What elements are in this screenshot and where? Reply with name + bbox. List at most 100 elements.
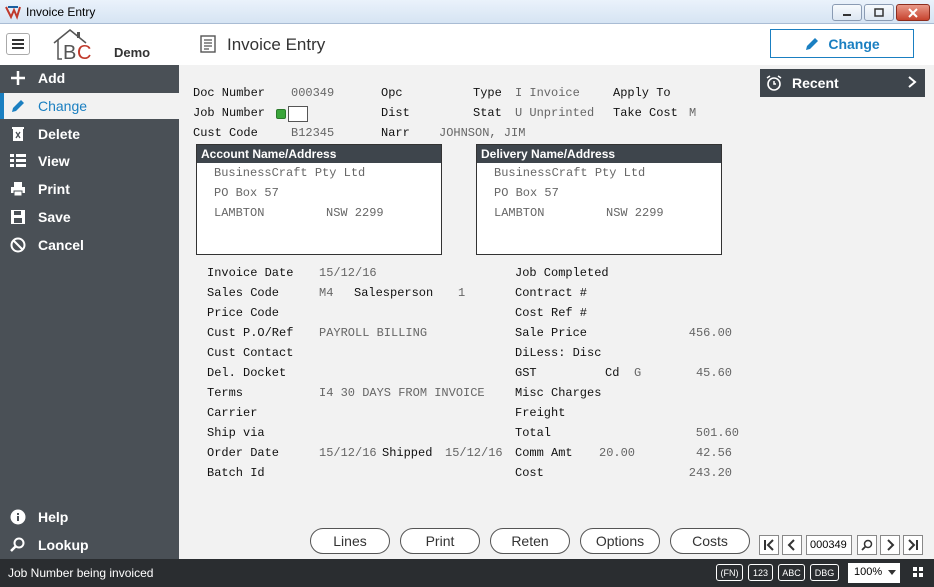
caps-indicator[interactable]: ABC — [778, 564, 805, 581]
sidebar-item-delete[interactable]: Delete — [0, 121, 179, 147]
zoom-select[interactable]: 100% — [848, 563, 900, 583]
floppy-icon — [9, 208, 27, 226]
sidebar-item-add[interactable]: Add — [0, 65, 179, 91]
first-page-icon — [764, 539, 774, 551]
cust-po-label: Cust P.O/Ref — [207, 326, 294, 340]
narr-label: Narr — [381, 126, 410, 140]
next-record-button[interactable] — [880, 535, 900, 555]
minimize-button[interactable] — [832, 4, 862, 21]
page-title: Invoice Entry — [227, 35, 326, 54]
diless-disc-label: DiLess: Disc — [515, 346, 602, 360]
sale-price-value[interactable]: 456.00 — [652, 326, 732, 340]
invoice-form: Doc Number 000349 Opc Type I Invoice App… — [179, 65, 934, 559]
take-cost-value[interactable]: M — [689, 106, 696, 120]
options-button[interactable]: Options — [580, 528, 660, 554]
account-state-post[interactable]: NSW 2299 — [326, 206, 384, 220]
maximize-button[interactable] — [864, 4, 894, 21]
sidebar-item-label: View — [38, 153, 70, 169]
sidebar-item-label: Lookup — [38, 537, 89, 553]
comm-amt-value[interactable]: 42.56 — [652, 446, 732, 460]
cust-po-value[interactable]: PAYROLL BILLING — [319, 326, 427, 340]
change-button-label: Change — [828, 35, 880, 52]
terms-value[interactable]: I4 30 DAYS FROM INVOICE — [319, 386, 485, 400]
debug-indicator[interactable]: DBG — [810, 564, 839, 581]
pencil-icon — [9, 97, 27, 115]
gst-value[interactable]: 45.60 — [652, 366, 732, 380]
sidebar-item-change[interactable]: Change — [0, 93, 179, 119]
invoice-date-value[interactable]: 15/12/16 — [319, 266, 377, 280]
sidebar-item-label: Print — [38, 181, 70, 197]
comm-rate-value[interactable]: 20.00 — [599, 446, 635, 460]
cd-value[interactable]: G — [634, 366, 641, 380]
sales-code-label: Sales Code — [207, 286, 280, 300]
cust-code-value[interactable]: B12345 — [291, 126, 334, 140]
chevron-right-icon — [887, 539, 895, 551]
status-bar: Job Number being invoiced (FN) 123 ABC D… — [0, 559, 934, 587]
sidebar-item-cancel[interactable]: Cancel — [0, 232, 179, 258]
last-record-button[interactable] — [903, 535, 923, 555]
stat-value[interactable]: U Unprinted — [515, 106, 594, 120]
take-cost-label: Take Cost — [613, 106, 678, 120]
grid-icon[interactable] — [913, 567, 923, 577]
shipped-date-value[interactable]: 15/12/16 — [445, 446, 503, 460]
lines-button[interactable]: Lines — [310, 528, 390, 554]
svg-text:B: B — [63, 42, 76, 61]
sidebar-item-label: Add — [38, 70, 66, 86]
sale-price-label: Sale Price — [515, 326, 588, 340]
zoom-value: 100% — [854, 566, 883, 578]
order-date-value[interactable]: 15/12/16 — [319, 446, 377, 460]
recent-panel[interactable]: Recent — [760, 69, 925, 97]
sidebar-item-save[interactable]: Save — [0, 204, 179, 230]
salesperson-label: Salesperson — [354, 286, 434, 300]
list-icon — [9, 152, 27, 170]
delivery-line1[interactable]: BusinessCraft Pty Ltd — [494, 166, 645, 180]
type-value[interactable]: I Invoice — [515, 86, 580, 100]
terms-label: Terms — [207, 386, 244, 400]
demo-label: Demo — [114, 45, 151, 60]
delivery-city[interactable]: LAMBTON — [494, 206, 544, 220]
job-number-input[interactable] — [288, 106, 308, 122]
delivery-address-heading: Delivery Name/Address — [477, 145, 721, 163]
find-record-button[interactable] — [857, 535, 877, 555]
bc-logo: B C — [53, 29, 91, 61]
sales-code-value[interactable]: M4 — [319, 286, 333, 300]
menu-button[interactable] — [6, 33, 30, 55]
salesperson-value[interactable]: 1 — [458, 286, 465, 300]
print-button[interactable]: Print — [400, 528, 480, 554]
sidebar-item-label: Change — [38, 98, 88, 114]
hamburger-icon — [12, 39, 24, 49]
close-button[interactable] — [896, 4, 930, 21]
document-icon — [200, 35, 216, 53]
cd-label: Cd — [605, 366, 620, 380]
sidebar-item-help[interactable]: Help — [0, 504, 179, 530]
change-button[interactable]: Change — [770, 29, 914, 58]
previous-record-button[interactable] — [782, 535, 802, 555]
cost-label: Cost — [515, 466, 544, 480]
sidebar-item-view[interactable]: View — [0, 148, 179, 174]
shipped-label: Shipped — [382, 446, 433, 460]
sidebar-item-lookup[interactable]: Lookup — [0, 532, 179, 558]
doc-number-value[interactable]: 000349 — [291, 86, 334, 100]
reten-button[interactable]: Reten — [490, 528, 570, 554]
pencil-icon — [806, 37, 819, 50]
delivery-line2[interactable]: PO Box 57 — [494, 186, 559, 200]
account-line1[interactable]: BusinessCraft Pty Ltd — [214, 166, 365, 180]
record-number-field[interactable]: 000349 — [806, 535, 852, 555]
stat-label: Stat — [473, 106, 502, 120]
account-city[interactable]: LAMBTON — [214, 206, 264, 220]
account-line2[interactable]: PO Box 57 — [214, 186, 279, 200]
cancel-icon — [9, 236, 27, 254]
sidebar-item-print[interactable]: Print — [0, 176, 179, 202]
cost-value: 243.20 — [688, 466, 732, 480]
sidebar-item-label: Save — [38, 209, 71, 225]
order-date-label: Order Date — [207, 446, 280, 460]
svg-text:C: C — [77, 42, 91, 61]
job-number-checkbox[interactable] — [276, 109, 286, 119]
num-lock-indicator[interactable]: 123 — [748, 564, 773, 581]
narr-value[interactable]: JOHNSON, JIM — [439, 126, 525, 140]
gst-label: GST — [515, 366, 537, 380]
first-record-button[interactable] — [759, 535, 779, 555]
fn-indicator[interactable]: (FN) — [716, 564, 743, 581]
costs-button[interactable]: Costs — [670, 528, 750, 554]
delivery-state-post[interactable]: NSW 2299 — [606, 206, 664, 220]
